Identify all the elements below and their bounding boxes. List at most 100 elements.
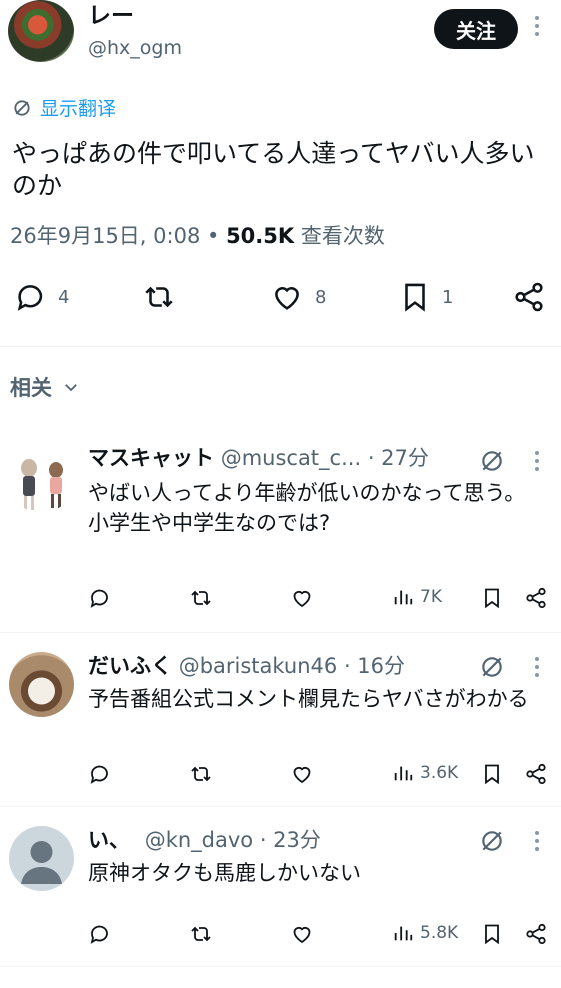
reply-text-line: 小学生や中学生なのでは? [88, 511, 331, 535]
retweet-icon [191, 926, 211, 942]
reply-icon [90, 589, 108, 608]
views-button[interactable]: 5.8K [392, 922, 458, 944]
heart-icon [293, 590, 311, 608]
share-button[interactable] [524, 762, 548, 786]
more-options-icon[interactable] [534, 16, 540, 36]
related-dropdown[interactable]: 相关 [10, 372, 80, 402]
bar-chart-icon [394, 590, 413, 605]
reply-author-name[interactable]: マスキャット [88, 446, 214, 470]
reply-actions: 5.8K [0, 922, 561, 952]
reply-time[interactable]: · 16分 [344, 654, 405, 678]
tweet-meta: 26年9月15日, 0:08 • 50.5K 查看次数 [10, 224, 385, 248]
bookmark-icon [485, 588, 499, 609]
reply-author-handle[interactable]: @muscat_c... [221, 446, 361, 470]
bar-chart-icon [394, 926, 413, 941]
like-button[interactable] [289, 586, 315, 610]
reply-avatar[interactable] [9, 826, 74, 891]
bar-chart-icon [394, 766, 413, 781]
reply-actions: 3.6K [0, 762, 561, 792]
reply-time[interactable]: · 23分 [260, 828, 321, 852]
views-button[interactable]: 3.6K [392, 762, 458, 784]
share-icon [526, 587, 546, 609]
retweet-button[interactable] [188, 586, 214, 610]
default-profile-icon [21, 841, 62, 884]
more-options-icon[interactable] [534, 657, 540, 677]
reply-header: マスキャット @muscat_c... · 27分 [88, 444, 429, 472]
anime-characters-avatar-image [21, 459, 63, 510]
share-button[interactable] [524, 922, 548, 946]
reply-button[interactable] [88, 762, 112, 786]
like-count: 8 [315, 286, 327, 308]
more-options-icon[interactable] [534, 831, 540, 851]
translate-icon[interactable] [479, 448, 505, 474]
share-button[interactable] [512, 280, 546, 314]
reply-avatar[interactable] [9, 652, 74, 717]
like-button[interactable] [289, 922, 315, 946]
tweet-actions: 4 8 1 [0, 280, 561, 320]
divider [0, 346, 561, 347]
share-button[interactable] [524, 586, 548, 610]
follow-button[interactable]: 关注 [434, 9, 518, 49]
show-translation-label: 显示翻译 [40, 98, 117, 120]
views-button[interactable]: 7K [392, 586, 442, 608]
reply-author-handle[interactable]: @kn_davo [145, 828, 253, 852]
related-label: 相关 [10, 376, 52, 400]
bookmark-icon [405, 283, 425, 312]
bookmark-button[interactable] [480, 586, 504, 610]
author-handle[interactable]: @hx_ogm [88, 36, 182, 60]
reply-icon [17, 285, 43, 311]
heart-icon [275, 287, 299, 310]
translate-icon[interactable] [479, 828, 505, 854]
retweet-button[interactable] [188, 762, 214, 786]
share-icon [526, 923, 546, 945]
retweet-icon [145, 286, 173, 308]
reply-text: 予告番組公式コメント欄見たらヤバさがわかる [88, 684, 548, 714]
reply-avatar[interactable] [9, 448, 74, 513]
reply-item[interactable]: い、 @kn_davo · 23分 原神オタクも馬鹿しかいない 5.8K [0, 820, 561, 966]
reply-item[interactable]: だいふく @baristakun46 · 16分 予告番組公式コメント欄見たらヤ… [0, 646, 561, 806]
author-avatar[interactable] [8, 0, 74, 62]
translate-icon[interactable] [479, 654, 505, 680]
retweet-button[interactable] [188, 922, 214, 946]
like-button[interactable] [289, 762, 315, 786]
views-count: 50.5K [226, 224, 295, 248]
reply-button[interactable] [88, 586, 112, 610]
reply-text-line: 原神オタクも馬鹿しかいない [88, 861, 361, 885]
tweet-text: やっぱあの件で叩いてる人達ってヤバい人多いのか [12, 139, 535, 200]
bookmark-button[interactable] [480, 922, 504, 946]
reply-author-handle[interactable]: @baristakun46 [179, 654, 338, 678]
reply-header: だいふく @baristakun46 · 16分 [88, 652, 405, 680]
retweet-icon [191, 766, 211, 782]
reply-text-line: 予告番組公式コメント欄見たらヤバさがわかる [88, 687, 529, 711]
retweet-button[interactable] [140, 280, 178, 314]
reply-icon [90, 925, 108, 944]
heart-icon [293, 766, 311, 784]
reply-item[interactable]: マスキャット @muscat_c... · 27分 やばい人ってより年齢が低いの… [0, 440, 561, 632]
reply-text-line: やばい人ってより年齢が低いのかなって思う。 [88, 481, 526, 505]
tweet-timestamp[interactable]: 26年9月15日, 0:08 [10, 224, 200, 248]
bookmark-count: 1 [442, 286, 454, 308]
heart-icon [293, 926, 311, 944]
reply-count: 4 [58, 286, 70, 308]
show-translation-link[interactable]: 显示翻译 [12, 94, 116, 121]
views-label: 查看次数 [300, 224, 385, 248]
author-name[interactable]: レー [88, 2, 134, 30]
reply-time[interactable]: · 27分 [368, 446, 429, 470]
like-button[interactable]: 8 [269, 280, 326, 314]
reply-author-name[interactable]: い、 [88, 828, 130, 852]
bookmark-icon [485, 924, 499, 945]
reply-actions: 7K [0, 586, 561, 616]
translate-icon [14, 99, 30, 116]
reply-button[interactable] [88, 922, 112, 946]
bookmark-button[interactable]: 1 [398, 280, 453, 314]
divider [0, 966, 561, 967]
bookmark-button[interactable] [480, 762, 504, 786]
reply-author-name[interactable]: だいふく [88, 654, 172, 678]
share-icon [515, 282, 543, 312]
views-count: 3.6K [420, 763, 459, 783]
more-options-icon[interactable] [534, 451, 540, 471]
reply-button[interactable]: 4 [14, 280, 69, 314]
bookmark-icon [485, 764, 499, 785]
divider [0, 806, 561, 807]
views-count: 7K [420, 587, 442, 607]
